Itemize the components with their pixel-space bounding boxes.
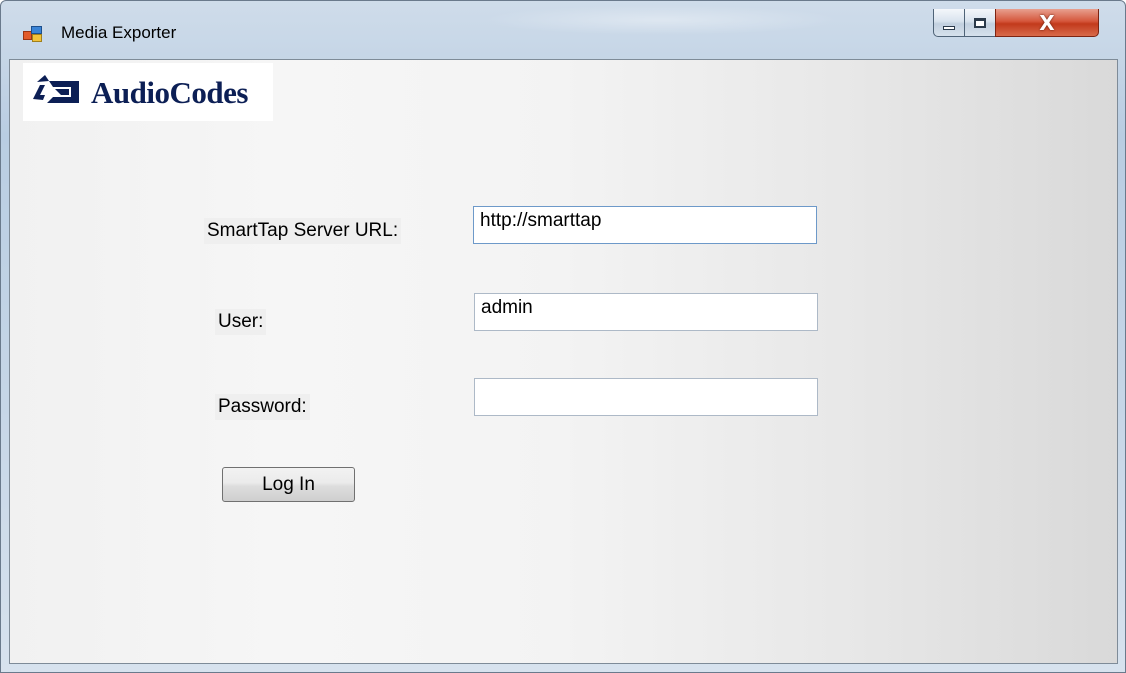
login-button-label: Log In — [262, 473, 315, 495]
user-field[interactable] — [474, 293, 818, 331]
close-button[interactable]: X — [995, 9, 1099, 37]
login-button[interactable]: Log In — [222, 467, 355, 502]
main-window: Media Exporter X AudioCodes SmartTap Ser… — [0, 0, 1126, 673]
title-bar[interactable]: Media Exporter X — [1, 1, 1125, 59]
password-label: Password: — [215, 394, 310, 420]
window-title: Media Exporter — [61, 23, 177, 42]
maximize-button[interactable] — [964, 9, 996, 37]
close-icon: X — [1039, 10, 1055, 35]
app-icon[interactable] — [23, 25, 43, 43]
audiocodes-logo: AudioCodes — [23, 63, 273, 121]
maximize-icon — [974, 17, 986, 28]
logo-text: AudioCodes — [91, 75, 248, 110]
password-field[interactable] — [474, 378, 818, 416]
minimize-icon — [943, 25, 955, 30]
server-url-field[interactable] — [473, 206, 817, 244]
server-url-label: SmartTap Server URL: — [204, 218, 402, 244]
audiocodes-logo-mark-icon — [33, 75, 79, 103]
client-area: AudioCodes SmartTap Server URL: User: Pa… — [9, 59, 1118, 664]
minimize-button[interactable] — [933, 9, 965, 37]
user-label: User: — [215, 309, 267, 335]
title-bar-glass — [481, 5, 841, 35]
